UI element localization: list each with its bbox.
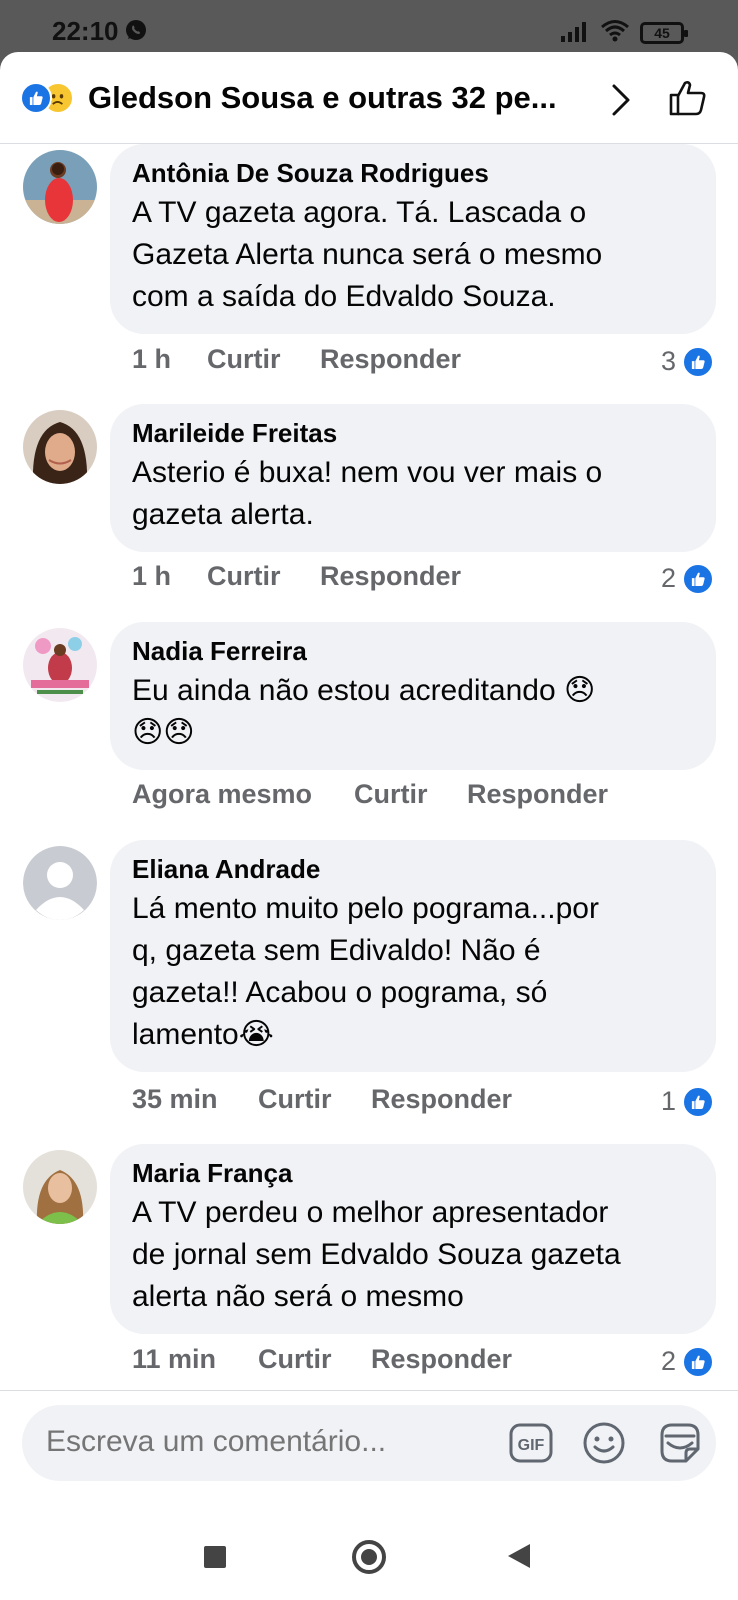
sticker-icon[interactable] [656, 1419, 704, 1467]
like-comment-button[interactable]: Curtir [207, 344, 281, 375]
like-reaction-icon [682, 563, 714, 595]
comment-composer-area: GIF [0, 1390, 738, 1510]
avatar[interactable] [23, 150, 97, 224]
reaction-count-value: 1 [660, 1086, 676, 1116]
like-comment-button[interactable]: Curtir [207, 561, 281, 592]
wifi-icon [601, 20, 629, 42]
comment-author[interactable]: Nadia Ferreira [132, 636, 694, 666]
reply-comment-button[interactable]: Responder [371, 1344, 512, 1375]
comment-text: Asterio é buxa! nem vou ver mais o gazet… [132, 456, 603, 531]
avatar[interactable] [23, 1150, 97, 1224]
reactions-header[interactable]: Gledson Sousa e outras 32 pe... [0, 52, 738, 144]
comment-input[interactable] [46, 1425, 466, 1459]
page-title: Gledson Sousa e outras 32 pe... [88, 80, 557, 115]
reaction-count[interactable]: 2 [634, 1344, 714, 1380]
signal-icon [561, 22, 586, 42]
comment-text: A TV perdeu o melhor apresentador de jor… [132, 1196, 621, 1313]
comment-time: 1 h [132, 344, 172, 374]
nav-recents-icon[interactable] [204, 1546, 226, 1568]
comment-composer[interactable]: GIF [22, 1405, 716, 1481]
comment-text: Eu ainda não estou acreditando 😞 😞😞 [132, 674, 596, 749]
whatsapp-icon [126, 20, 146, 40]
like-comment-button[interactable]: Curtir [258, 1344, 332, 1375]
reply-comment-button[interactable]: Responder [371, 1084, 512, 1115]
reaction-count[interactable]: 2 [634, 561, 714, 597]
comments-sheet: Gledson Sousa e outras 32 pe... Antônia … [0, 52, 738, 1600]
comment-time: Agora mesmo [132, 779, 313, 809]
reaction-count-value: 3 [660, 346, 676, 376]
battery-indicator: 45 [640, 22, 688, 44]
status-bar: 22:10 45 [0, 0, 738, 56]
reaction-count[interactable]: 1 [634, 1084, 714, 1120]
comment-bubble: Marileide Freitas Asterio é buxa! nem vo… [110, 404, 716, 552]
comment-time: 1 h [132, 561, 172, 591]
like-reaction-icon [682, 346, 714, 378]
avatar[interactable] [23, 628, 97, 702]
reaction-count-value: 2 [660, 1346, 676, 1376]
nav-home-icon[interactable] [352, 1540, 386, 1574]
chevron-right-icon[interactable] [608, 82, 634, 118]
like-reaction-icon [682, 1086, 714, 1118]
comment-text: A TV gazeta agora. Tá. Lascada o Gazeta … [132, 196, 603, 313]
comment-time: 35 min [132, 1084, 218, 1114]
comment-author[interactable]: Antônia De Souza Rodrigues [132, 158, 694, 188]
like-reaction-icon [682, 1346, 714, 1378]
comment-author[interactable]: Marileide Freitas [132, 418, 694, 448]
reply-comment-button[interactable]: Responder [320, 561, 461, 592]
reaction-count-value: 2 [660, 563, 676, 593]
reaction-stack [20, 82, 78, 116]
system-nav-bar [0, 1510, 738, 1600]
reply-comment-button[interactable]: Responder [467, 779, 608, 810]
comment-author[interactable]: Eliana Andrade [132, 854, 694, 884]
like-outline-icon[interactable] [668, 78, 708, 118]
status-time: 22:10 [52, 16, 119, 46]
smiley-icon[interactable] [582, 1421, 626, 1465]
comment-bubble: Maria França A TV perdeu o melhor aprese… [110, 1144, 716, 1334]
svg-text:GIF: GIF [518, 1437, 545, 1454]
avatar[interactable] [23, 410, 97, 484]
reaction-count[interactable]: 3 [634, 344, 714, 380]
like-comment-button[interactable]: Curtir [258, 1084, 332, 1115]
comment-author[interactable]: Maria França [132, 1158, 694, 1188]
like-reaction-icon [20, 82, 52, 114]
comment-bubble: Eliana Andrade Lá mento muito pelo pogra… [110, 840, 716, 1072]
comment-bubble: Antônia De Souza Rodrigues A TV gazeta a… [110, 144, 716, 334]
comment-bubble: Nadia Ferreira Eu ainda não estou acredi… [110, 622, 716, 770]
reply-comment-button[interactable]: Responder [320, 344, 461, 375]
comment-time: 11 min [132, 1344, 217, 1374]
comment-list[interactable]: Antônia De Souza Rodrigues A TV gazeta a… [0, 144, 738, 1442]
avatar[interactable] [23, 846, 97, 920]
comment-text: Lá mento muito pelo pograma...por q, gaz… [132, 892, 599, 1051]
like-comment-button[interactable]: Curtir [354, 779, 428, 810]
nav-back-icon[interactable] [508, 1544, 530, 1568]
gif-icon[interactable]: GIF [508, 1421, 554, 1465]
